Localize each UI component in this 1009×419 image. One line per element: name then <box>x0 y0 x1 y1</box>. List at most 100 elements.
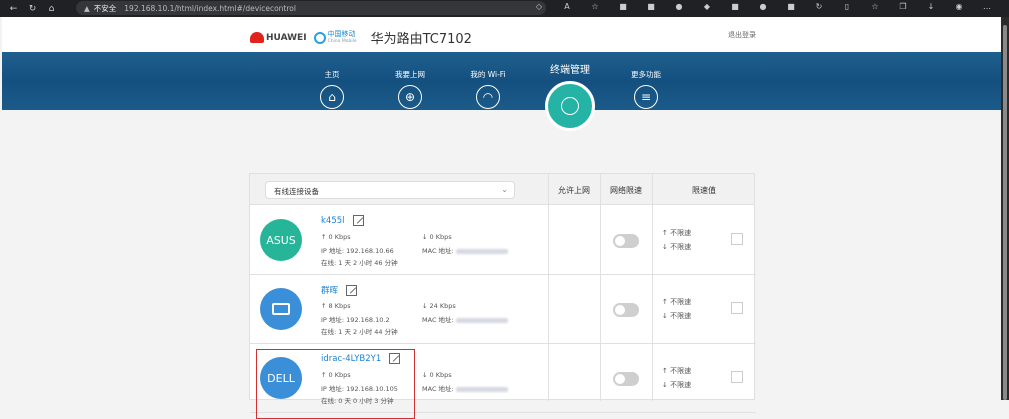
edit-icon[interactable] <box>352 215 364 226</box>
upload-limit: ↑ 不限速 <box>662 298 692 306</box>
address-bar[interactable]: ▲ 不安全 192.168.10.1/html/index.html#/devi… <box>76 1 546 15</box>
nav-wifi[interactable]: 我的 Wi-Fi ◠ <box>458 69 518 109</box>
col-allow: 允许上网 <box>558 186 590 195</box>
profile-icon[interactable]: ◉ <box>945 2 973 11</box>
online-value: 1 天 2 小时 44 分钟 <box>338 328 398 336</box>
nav-internet[interactable]: 我要上网 ⊕ <box>380 69 440 109</box>
extension-icon[interactable]: ◆ <box>693 2 721 11</box>
device-name[interactable]: 群晖 <box>321 284 358 296</box>
download-limit-value: 不限速 <box>670 381 692 389</box>
download-speed: ↓ 0 Kbps <box>422 233 452 241</box>
device-avatar: ASUS <box>260 219 302 261</box>
nav-devices-label: 终端管理 <box>550 65 590 76</box>
ip-prefix: IP 地址: <box>321 316 347 324</box>
highlight-box <box>256 349 415 419</box>
home-icon: ⌂ <box>320 85 344 109</box>
table-row: 群晖 ↑ 8 Kbps ↓ 24 Kbps IP 地址: 192.168.10.… <box>250 275 756 344</box>
speed-limit-toggle[interactable] <box>613 234 639 248</box>
nas-icon <box>272 303 290 315</box>
scrollbar-thumb[interactable] <box>1003 25 1007 400</box>
download-speed-value: 0 Kbps <box>429 371 452 379</box>
speed-limit-toggle[interactable] <box>613 372 639 386</box>
ip-address: IP 地址: 192.168.10.2 <box>321 314 390 324</box>
extension-icon[interactable]: ■ <box>721 2 749 11</box>
upload-speed-value: 0 Kbps <box>328 233 351 241</box>
download-limit-value: 不限速 <box>670 243 692 251</box>
favorites-icon[interactable]: ☆ <box>861 2 889 11</box>
mac-address: MAC 地址: <box>422 245 508 255</box>
home-icon[interactable]: ⌂ <box>46 4 57 14</box>
limit-edit-icon[interactable] <box>731 371 743 383</box>
device-name[interactable]: k455l <box>321 215 364 226</box>
download-speed-value: 0 Kbps <box>429 233 452 241</box>
limit-edit-icon[interactable] <box>731 302 743 314</box>
upload-limit-value: 不限速 <box>670 367 692 375</box>
extension-icon[interactable]: ■ <box>637 2 665 11</box>
extension-icon[interactable]: ● <box>749 2 777 11</box>
avatar-label: ASUS <box>266 233 296 247</box>
online-value: 1 天 2 小时 46 分钟 <box>338 259 398 267</box>
mac-prefix: MAC 地址: <box>422 247 456 255</box>
download-limit: ↓ 不限速 <box>662 243 692 251</box>
toggle-knob <box>615 305 625 315</box>
collections-icon[interactable]: ❐ <box>889 2 917 11</box>
nav-devices[interactable]: 终端管理 <box>535 61 605 131</box>
nav-more[interactable]: 更多功能 ≡ <box>616 69 676 109</box>
reload-icon[interactable]: ↻ <box>27 4 38 14</box>
split-screen-icon[interactable]: ▯ <box>833 2 861 11</box>
more-icon[interactable]: … <box>973 2 1001 11</box>
edit-icon[interactable] <box>346 285 358 296</box>
online-prefix: 在线: <box>321 328 339 336</box>
speed-limit-toggle[interactable] <box>613 303 639 317</box>
refresh-icon[interactable]: ↻ <box>805 2 833 11</box>
download-speed: ↓ 24 Kbps <box>422 302 456 310</box>
logout-link[interactable]: 退出登录 <box>728 30 756 40</box>
mac-prefix: MAC 地址: <box>422 316 456 324</box>
extension-icons: ◇ A ☆ ■ ■ ● ◆ ■ ● ■ ↻ ▯ ☆ ❐ ↓ ◉ … <box>525 2 1001 11</box>
scrollbar[interactable] <box>1001 17 1009 400</box>
mac-prefix: MAC 地址: <box>422 385 456 393</box>
upload-speed: ↑ 8 Kbps <box>321 302 351 310</box>
device-name-text: 群晖 <box>321 286 339 296</box>
back-icon[interactable]: ← <box>8 4 19 14</box>
mac-redacted <box>455 248 508 254</box>
huawei-brand: HUAWEI <box>266 32 307 43</box>
extension-icon[interactable]: ● <box>665 2 693 11</box>
device-name-text: k455l <box>321 216 345 226</box>
table-row: ASUS k455l ↑ 0 Kbps ↓ 0 Kbps IP 地址: 192.… <box>250 206 756 275</box>
favorite-icon[interactable]: ☆ <box>581 2 609 11</box>
warning-icon: ▲ <box>84 3 90 13</box>
download-speed: ↓ 0 Kbps <box>422 371 452 379</box>
device-filter-select[interactable]: 有线连接设备 ⌄ <box>265 181 515 199</box>
table-header: 有线连接设备 ⌄ 允许上网 网络限速 限速值 <box>250 174 754 205</box>
router-page: HUAWEI 中国移动 China Mobile 华为路由TC7102 退出登录… <box>2 17 1001 419</box>
device-avatar <box>260 288 302 330</box>
mac-address: MAC 地址: <box>422 383 508 393</box>
translate-icon[interactable]: ◇ <box>525 2 553 11</box>
download-limit-value: 不限速 <box>670 312 692 320</box>
security-label: 不安全 <box>93 3 117 13</box>
huawei-logo-icon <box>250 32 264 43</box>
limit-edit-icon[interactable] <box>731 233 743 245</box>
ip-value: 192.168.10.2 <box>346 316 390 324</box>
read-aloud-icon[interactable]: A <box>553 2 581 11</box>
menu-icon: ≡ <box>634 85 658 109</box>
nav-internet-label: 我要上网 <box>395 70 425 79</box>
extension-icon[interactable]: ■ <box>777 2 805 11</box>
nav-home[interactable]: 主页 ⌂ <box>302 69 362 109</box>
mac-address: MAC 地址: <box>422 314 508 324</box>
upload-speed-value: 8 Kbps <box>328 302 351 310</box>
download-limit: ↓ 不限速 <box>662 312 692 320</box>
toggle-knob <box>615 236 625 246</box>
url-text: 192.168.10.1/html/index.html#/devicecont… <box>124 3 296 13</box>
nav-more-label: 更多功能 <box>631 70 661 79</box>
user-icon <box>545 81 595 131</box>
nav-home-label: 主页 <box>324 70 340 79</box>
extension-icon[interactable]: ■ <box>609 2 637 11</box>
col-limit-value: 限速值 <box>692 186 716 195</box>
upload-limit: ↑ 不限速 <box>662 367 692 375</box>
china-mobile-name: 中国移动 <box>327 29 356 38</box>
col-limit: 网络限速 <box>610 186 642 195</box>
downloads-icon[interactable]: ↓ <box>917 2 945 11</box>
brand: HUAWEI 中国移动 China Mobile 华为路由TC7102 <box>250 28 472 47</box>
